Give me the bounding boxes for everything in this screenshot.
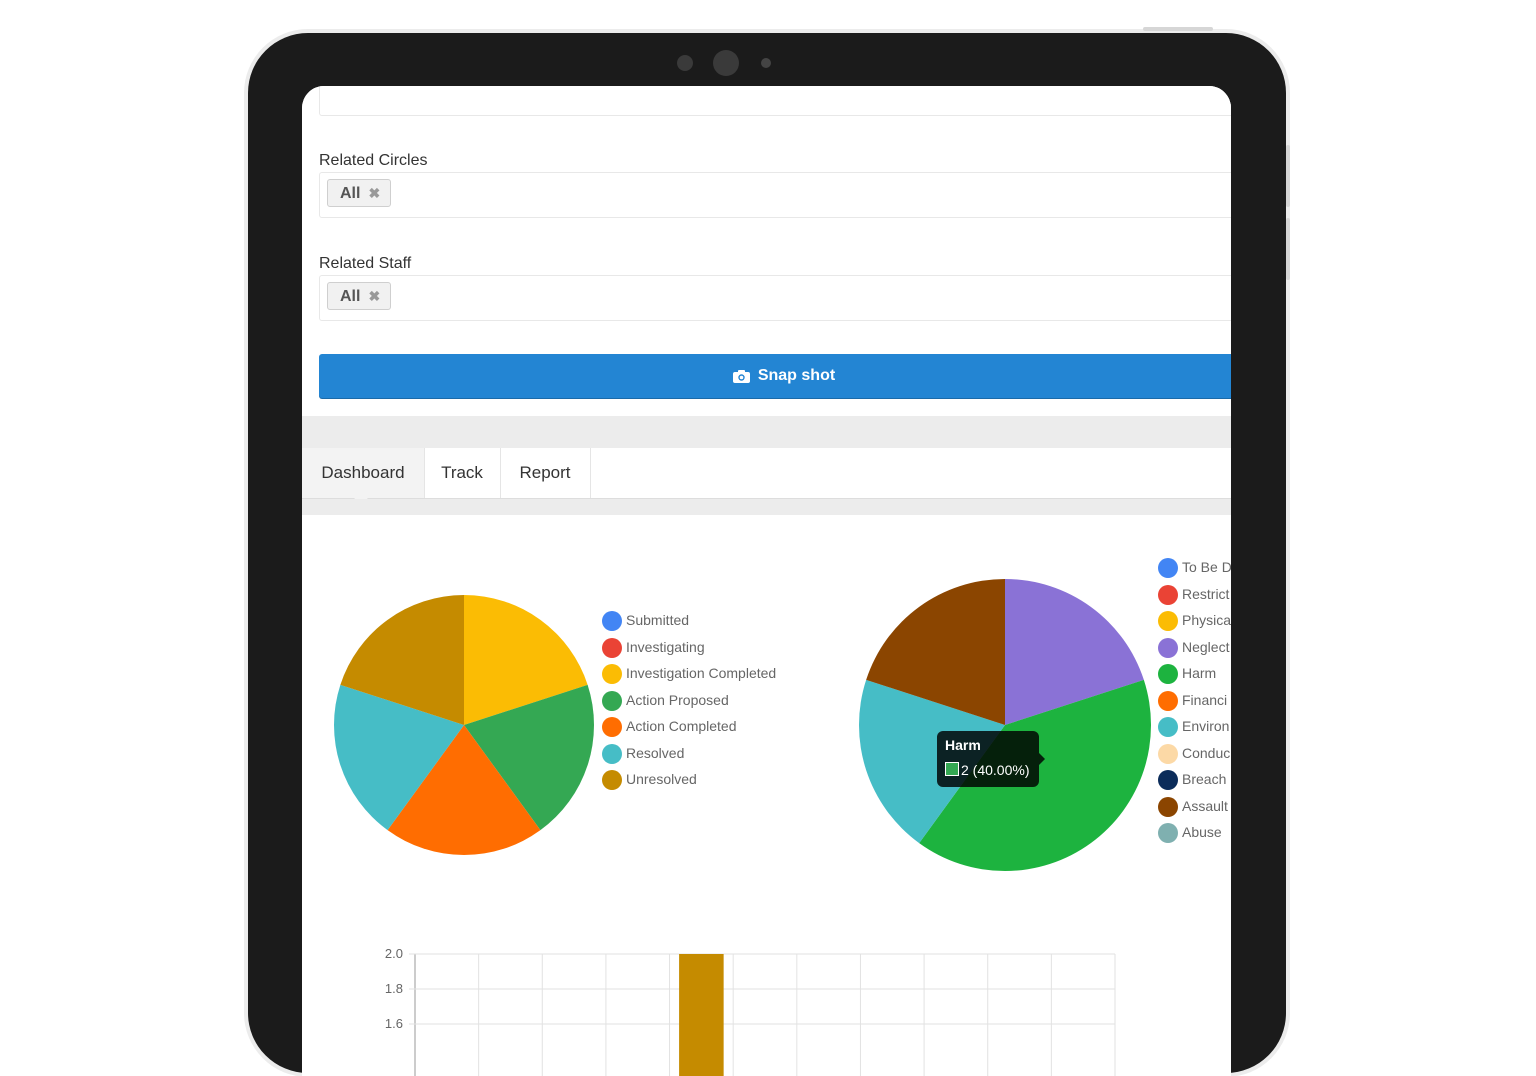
snapshot-button-label: Snap shot <box>757 367 836 384</box>
legend-swatch <box>1158 690 1178 711</box>
remove-icon[interactable]: ✖ <box>368 288 380 304</box>
legend-swatch <box>602 637 622 658</box>
camera-icon <box>732 369 750 383</box>
tooltip-value: 2 (40.00%) <box>961 762 1030 778</box>
legend-item[interactable]: Breach <box>1158 769 1227 791</box>
legend-item[interactable]: To Be D <box>1158 557 1231 579</box>
legend-item[interactable]: Investigating <box>602 637 705 658</box>
legend-label: Submitted <box>626 612 690 628</box>
related-circles-chip[interactable]: All ✖ <box>327 179 392 207</box>
legend-swatch <box>1158 796 1178 817</box>
legend-item[interactable]: Unresolved <box>602 769 697 791</box>
tab-track[interactable]: Track <box>424 448 501 498</box>
legend-item[interactable]: Financi <box>1158 690 1228 711</box>
tab-dashboard[interactable]: Dashboard <box>302 448 425 498</box>
legend-label: To Be D <box>1182 559 1231 575</box>
legend-item[interactable]: Conduc <box>1158 743 1231 764</box>
divider-band <box>302 416 1231 448</box>
legend-swatch <box>602 690 622 711</box>
screen: Related Circles All ✖ Related Staff All ✖ <box>302 86 1231 1076</box>
related-staff-field[interactable]: All ✖ <box>319 275 1231 321</box>
legend-item[interactable]: Investigation Completed <box>602 663 777 685</box>
tablet-frame: Related Circles All ✖ Related Staff All ✖ <box>248 33 1286 1076</box>
tab-bar: Dashboard Track Report <box>302 448 1231 504</box>
legend-label: Harm <box>1182 665 1217 681</box>
chip-label: All <box>340 185 361 202</box>
y-tick-label: 1.8 <box>385 981 403 996</box>
legend-swatch <box>1158 584 1178 605</box>
legend-item[interactable]: Physica <box>1158 610 1231 632</box>
tooltip-arrow <box>1039 753 1045 765</box>
related-circles-field[interactable]: All ✖ <box>319 172 1231 218</box>
tab-report[interactable]: Report <box>500 448 591 498</box>
legend-label: Neglect <box>1182 638 1230 655</box>
status-pie-chart <box>334 595 594 855</box>
tooltip-body: 2 (40.00%) <box>945 762 1029 778</box>
legend-item[interactable]: Environ <box>1158 716 1230 738</box>
remove-icon[interactable]: ✖ <box>368 185 380 201</box>
tooltip-swatch <box>945 762 959 776</box>
legend-swatch <box>1158 637 1178 658</box>
legend-label: Physica <box>1182 612 1231 628</box>
legend-item[interactable]: Submitted <box>602 610 690 632</box>
legend-swatch <box>602 743 622 764</box>
chip-label: All <box>340 288 361 305</box>
chart-tooltip: Harm 2 (40.00%) <box>937 731 1039 787</box>
legend-label: Resolved <box>626 744 685 761</box>
related-staff-label: Related Staff <box>319 255 412 272</box>
legend-item[interactable]: Action Completed <box>602 716 737 738</box>
legend-label: Environ <box>1182 718 1230 734</box>
legend-swatch <box>1158 823 1178 844</box>
legend-swatch <box>602 611 622 632</box>
legend-label: Breach <box>1182 771 1227 787</box>
legend-swatch <box>602 717 622 738</box>
legend-swatch <box>1158 743 1178 764</box>
volume-up-button <box>1286 145 1290 207</box>
legend-swatch <box>602 770 622 791</box>
legend-label: Unresolved <box>626 771 697 787</box>
legend-label: Investigating <box>626 638 705 655</box>
divider-band-2 <box>302 499 1231 515</box>
legend-item[interactable]: Neglect <box>1158 637 1230 658</box>
category-pie-chart <box>859 579 1151 871</box>
snapshot-button[interactable]: Snap shot <box>319 354 1231 398</box>
bar[interactable] <box>679 954 724 1076</box>
camera-lens <box>713 50 739 76</box>
y-tick-label: 2.0 <box>385 946 403 961</box>
sensor-dot <box>677 55 693 71</box>
legend-item[interactable]: Abuse <box>1158 822 1222 844</box>
related-circles-label: Related Circles <box>319 152 428 169</box>
legend-item[interactable]: Harm <box>1158 663 1217 685</box>
tooltip-title: Harm <box>945 737 981 753</box>
legend-label: Restrict <box>1182 585 1230 602</box>
legend-label: Investigation Completed <box>626 665 777 681</box>
related-staff-chip[interactable]: All ✖ <box>327 282 392 310</box>
legend-swatch <box>602 664 622 685</box>
legend-swatch <box>1158 770 1178 791</box>
legend-item[interactable]: Restrict <box>1158 584 1230 605</box>
top-field[interactable] <box>319 86 1231 116</box>
legend-swatch <box>1158 717 1178 738</box>
legend-item[interactable]: Assault <box>1158 796 1228 817</box>
legend-label: Abuse <box>1182 824 1222 840</box>
bar-chart: 2.01.81.6 <box>385 946 1116 1076</box>
legend-item[interactable]: Resolved <box>602 743 685 764</box>
dashboard-content: Submitted Investigating Investigation Comp… <box>302 515 1231 1076</box>
legend-label: Conduc <box>1182 744 1231 761</box>
power-button <box>1143 27 1213 31</box>
legend-label: Action Completed <box>626 718 737 734</box>
legend-swatch <box>1158 558 1178 579</box>
legend-swatch <box>1158 611 1178 632</box>
legend-item[interactable]: Action Proposed <box>602 690 729 711</box>
legend-label: Assault <box>1182 797 1228 814</box>
legend-swatch <box>1158 664 1178 685</box>
light-sensor <box>761 58 771 68</box>
legend-label: Financi <box>1182 691 1228 708</box>
volume-down-button <box>1286 218 1290 280</box>
filter-panel: Related Circles All ✖ Related Staff All ✖ <box>302 86 1231 416</box>
legend-label: Action Proposed <box>626 691 729 708</box>
